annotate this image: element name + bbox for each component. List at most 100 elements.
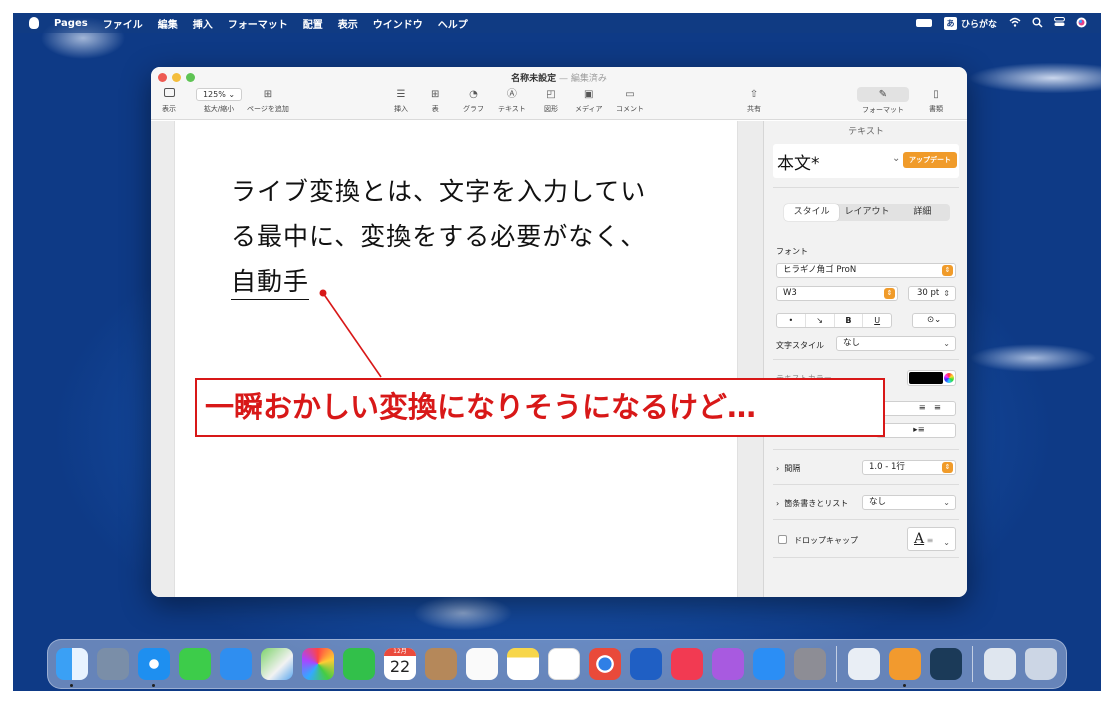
- freeform-icon[interactable]: [548, 648, 580, 680]
- document-button[interactable]: ▯ 書類: [929, 88, 943, 114]
- bullets-label[interactable]: › 箇条書きとリスト: [776, 498, 848, 509]
- dropcap-style-select[interactable]: A ≡ ⌄: [907, 527, 956, 551]
- spotlight-search-icon[interactable]: [1031, 17, 1043, 29]
- system-settings-icon[interactable]: [794, 648, 826, 680]
- zoom-value: 125%: [202, 90, 226, 99]
- annotation-callout: 一瞬おかしい変換になりそうになるけど…: [195, 378, 885, 437]
- input-method-label[interactable]: ひらがな: [961, 17, 997, 30]
- table-icon: ⊞: [431, 89, 440, 100]
- launchpad-icon[interactable]: [97, 648, 129, 680]
- color-wheel-icon[interactable]: [944, 373, 954, 383]
- menu-view[interactable]: 表示: [338, 16, 358, 31]
- add-page-button[interactable]: ⊞ ページを追加: [247, 88, 289, 114]
- font-family-select[interactable]: ヒラギノ角ゴ ProN ⇕: [776, 263, 956, 278]
- tab-layout[interactable]: レイアウト: [839, 204, 894, 221]
- podcasts-icon[interactable]: [712, 648, 744, 680]
- zoom-control[interactable]: 125% ⌄ 拡大/縮小: [196, 88, 242, 114]
- table-button[interactable]: ⊞ 表: [431, 88, 439, 114]
- input-method-icon[interactable]: あ: [943, 16, 957, 30]
- text-options-button[interactable]: ⊙⌄: [912, 313, 956, 328]
- dropcap-checkbox[interactable]: [778, 535, 787, 544]
- chrome-icon[interactable]: [589, 648, 621, 680]
- menu-edit[interactable]: 編集: [158, 16, 178, 31]
- word-icon[interactable]: [630, 648, 662, 680]
- menu-file[interactable]: ファイル: [103, 16, 143, 31]
- menu-help[interactable]: ヘルプ: [438, 16, 468, 31]
- shape-icon: ◰: [546, 89, 556, 100]
- text-line[interactable]: る最中に、変換をする必要がなく、: [231, 214, 701, 259]
- maps-icon[interactable]: [261, 648, 293, 680]
- chevron-down-icon[interactable]: ⌄: [892, 153, 900, 164]
- reminders-icon[interactable]: [466, 648, 498, 680]
- char-style-label: 文字スタイル: [776, 341, 824, 350]
- document-body[interactable]: ライブ変換とは、文字を入力してい る最中に、変換をする必要がなく、 自動手: [231, 169, 701, 304]
- battery-icon[interactable]: [915, 19, 932, 27]
- preview-icon[interactable]: [848, 648, 880, 680]
- align-justify-button[interactable]: ≡ ≡: [876, 401, 956, 416]
- zoom-label: 拡大/縮小: [203, 105, 235, 113]
- spacing-label-text: 間隔: [784, 464, 801, 473]
- share-button[interactable]: ⇧ 共有: [747, 88, 761, 114]
- messages-icon[interactable]: [179, 648, 211, 680]
- bullet-dot-icon[interactable]: •: [777, 314, 806, 327]
- spacing-select[interactable]: 1.0 - 1行 ⇕: [862, 460, 956, 475]
- stepper-icon: ⇕: [942, 462, 953, 473]
- media-button[interactable]: ▣ メディア: [575, 88, 603, 114]
- notes-icon[interactable]: [507, 648, 539, 680]
- format-button[interactable]: ✎ フォーマット: [857, 87, 909, 115]
- char-style-select[interactable]: なし ⌄: [836, 336, 956, 351]
- spacing-label[interactable]: › 間隔: [776, 463, 800, 474]
- underline-button[interactable]: U: [863, 314, 891, 327]
- text-label: テキスト: [498, 105, 526, 113]
- menu-window[interactable]: ウインドウ: [373, 16, 423, 31]
- pages-icon[interactable]: [889, 648, 921, 680]
- menu-insert[interactable]: 挿入: [193, 16, 213, 31]
- add-page-label: ページを追加: [247, 105, 289, 113]
- calendar-icon[interactable]: 12月 22: [384, 648, 416, 680]
- text-button[interactable]: Ⓐ テキスト: [498, 88, 526, 114]
- downloads-stack-icon[interactable]: [984, 648, 1016, 680]
- music-icon[interactable]: [671, 648, 703, 680]
- safari-icon[interactable]: [138, 648, 170, 680]
- text-line[interactable]: ライブ変換とは、文字を入力してい: [231, 169, 701, 214]
- wifi-icon[interactable]: [1009, 17, 1021, 29]
- bullets-label-text: 箇条書きとリスト: [784, 499, 849, 508]
- facetime-icon[interactable]: [343, 648, 375, 680]
- siri-icon[interactable]: [1075, 17, 1087, 29]
- finder-icon[interactable]: [56, 648, 88, 680]
- mail-icon[interactable]: [220, 648, 252, 680]
- contacts-icon[interactable]: [425, 648, 457, 680]
- update-style-button[interactable]: アップデート: [903, 152, 957, 168]
- menu-app-pages[interactable]: Pages: [54, 18, 88, 29]
- photos-icon[interactable]: [302, 648, 334, 680]
- insert-button[interactable]: ☰ 挿入: [394, 88, 408, 114]
- trash-icon[interactable]: [1025, 648, 1057, 680]
- italic-icon[interactable]: ↘: [806, 314, 835, 327]
- menu-format[interactable]: フォーマット: [228, 16, 288, 31]
- size-stepper-icon[interactable]: ⇕: [943, 287, 950, 300]
- indent-button[interactable]: ▸≡: [876, 423, 956, 438]
- sidebar-section-title: テキスト: [848, 127, 884, 137]
- font-weight-select[interactable]: W3 ⇕: [776, 286, 898, 301]
- zoom-select[interactable]: 125% ⌄: [196, 88, 242, 101]
- control-center-icon[interactable]: [1053, 17, 1065, 29]
- apple-menu-icon[interactable]: [29, 17, 39, 29]
- view-button[interactable]: 表示: [162, 88, 176, 114]
- paragraph-style-selector[interactable]: 本文* ⌄ アップデート: [773, 144, 959, 178]
- document-canvas[interactable]: ライブ変換とは、文字を入力してい る最中に、変換をする必要がなく、 自動手: [151, 121, 763, 597]
- chart-button[interactable]: ◔ グラフ: [463, 88, 484, 114]
- text-format-buttons: • ↘ B U: [776, 313, 892, 328]
- font-size-field[interactable]: 30 pt ⇕: [908, 286, 956, 301]
- comment-button[interactable]: ▭ コメント: [616, 88, 644, 114]
- app-store-icon[interactable]: [753, 648, 785, 680]
- shape-button[interactable]: ◰ 図形: [544, 88, 558, 114]
- menu-arrange[interactable]: 配置: [303, 16, 323, 31]
- bold-button[interactable]: B: [835, 314, 864, 327]
- text-tabs: スタイル レイアウト 詳細: [784, 204, 950, 221]
- text-color-well[interactable]: [907, 370, 956, 386]
- bullets-select[interactable]: なし ⌄: [862, 495, 956, 510]
- typing-composition[interactable]: 自動手: [231, 267, 310, 300]
- quicktime-icon[interactable]: [930, 648, 962, 680]
- tab-style[interactable]: スタイル: [784, 204, 840, 221]
- tab-more[interactable]: 詳細: [895, 204, 950, 221]
